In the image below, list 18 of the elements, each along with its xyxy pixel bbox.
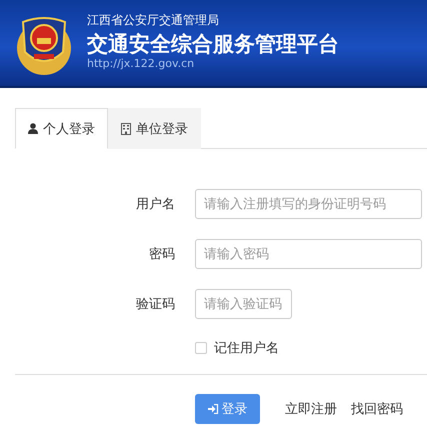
captcha-field[interactable]: 请输入验证码 (195, 289, 292, 319)
platform-title: 交通安全综合服务管理平台 (87, 31, 339, 58)
building-icon (121, 123, 131, 135)
remember-checkbox[interactable] (195, 342, 207, 354)
login-tab[interactable]: 单位登录 (108, 108, 201, 149)
remember-label: 记住用户名 (214, 340, 279, 357)
field-label: 密码 (148, 246, 175, 263)
field-label: 用户名 (135, 196, 175, 213)
text-link[interactable]: 立即注册 (285, 400, 337, 418)
field-label: 验证码 (135, 296, 175, 313)
agency-name: 江西省公安厅交通管理局 (87, 13, 220, 27)
username-field[interactable]: 请输入注册填写的身份证明号码 (195, 189, 422, 219)
user-icon (28, 123, 38, 134)
password-field[interactable]: 请输入密码 (195, 239, 422, 269)
site-url: http://jx.122.gov.cn (87, 58, 196, 70)
sign-in-icon (208, 404, 218, 414)
login-tab[interactable]: 个人登录 (15, 108, 108, 149)
text-link[interactable]: 找回密码 (351, 400, 403, 418)
